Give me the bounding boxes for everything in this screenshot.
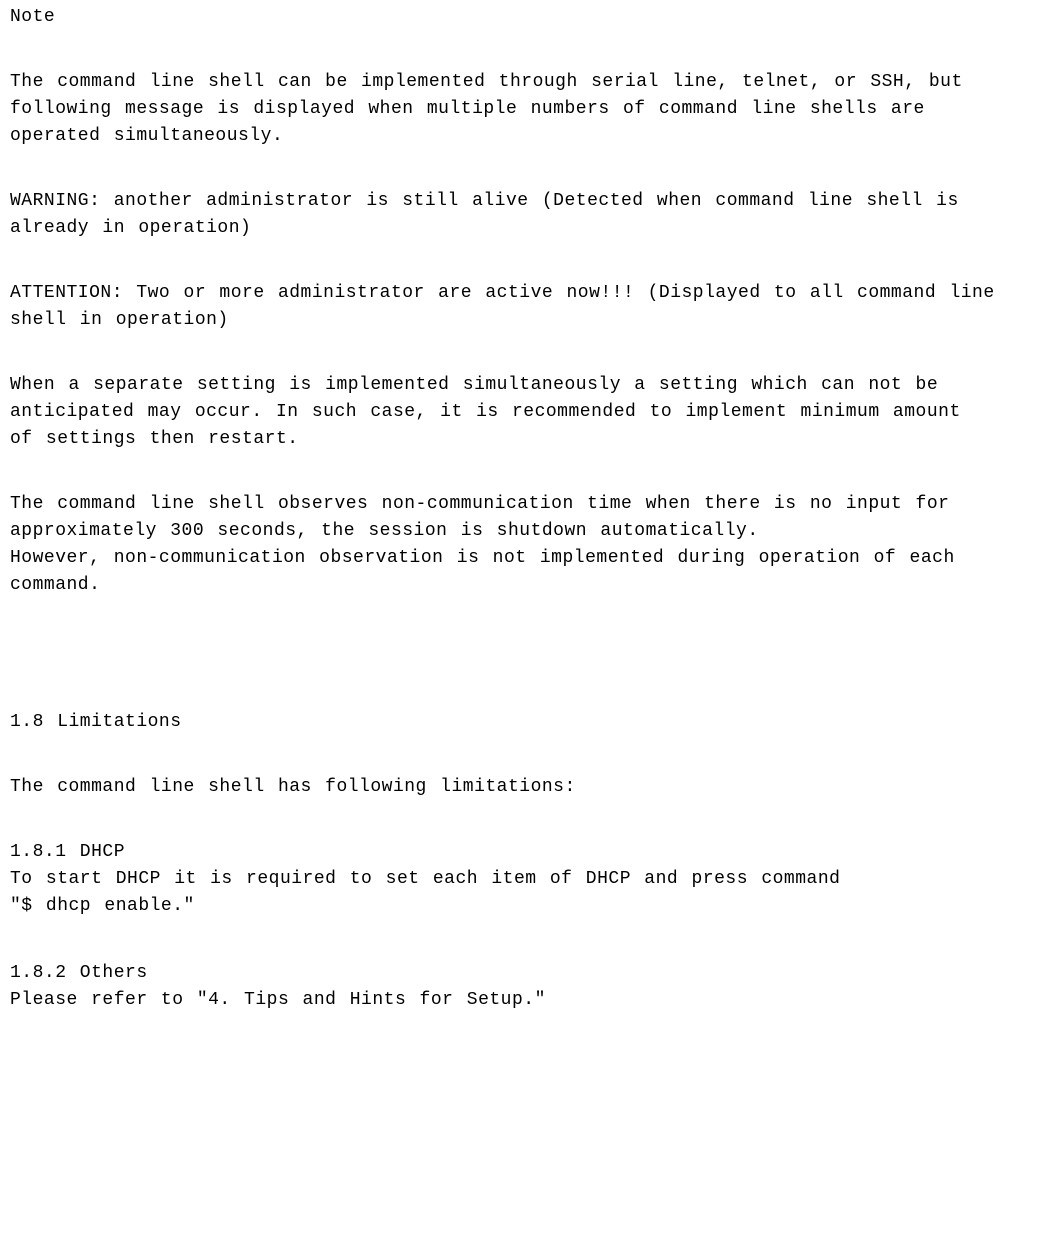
paragraph-warning: WARNING: another administrator is still … [10,188,1039,242]
text-line: WARNING: another administrator is still … [10,188,1039,215]
heading-text: 1.8 Limitations [10,709,1039,736]
text-line: When a separate setting is implemented s… [10,372,1039,399]
text-line: following message is displayed when mult… [10,96,1039,123]
text-line: The command line shell can be implemente… [10,69,1039,96]
text-line: of settings then restart. [10,426,1039,453]
subheading-text: 1.8.1 DHCP [10,839,1039,866]
text-line: anticipated may occur. In such case, it … [10,399,1039,426]
text-line: shell in operation) [10,307,1039,334]
text-line: To start DHCP it is required to set each… [10,866,1039,893]
section-1-8-intro: The command line shell has following lim… [10,774,1039,801]
section-1-8-1: 1.8.1 DHCP To start DHCP it is required … [10,839,1039,920]
text-line: command. [10,572,1039,599]
note-heading: Note [10,4,1039,31]
paragraph-attention: ATTENTION: Two or more administrator are… [10,280,1039,334]
text-line: Please refer to "4. Tips and Hints for S… [10,987,1039,1014]
text-line: "$ dhcp enable." [10,893,1039,920]
text-line: operated simultaneously. [10,123,1039,150]
text-line: The command line shell has following lim… [10,774,1039,801]
text-line: approximately 300 seconds, the session i… [10,518,1039,545]
text-line: ATTENTION: Two or more administrator are… [10,280,1039,307]
subheading-text: 1.8.2 Others [10,960,1039,987]
subsection-spacer [10,920,1039,960]
paragraph-1: The command line shell can be implemente… [10,69,1039,150]
section-1-8-2: 1.8.2 Others Please refer to "4. Tips an… [10,960,1039,1014]
note-label: Note [10,4,1039,31]
section-spacer [10,599,1039,709]
section-1-8-heading: 1.8 Limitations [10,709,1039,736]
text-line: However, non-communication observation i… [10,545,1039,572]
paragraph-settings: When a separate setting is implemented s… [10,372,1039,453]
text-line: already in operation) [10,215,1039,242]
paragraph-timeout: The command line shell observes non-comm… [10,491,1039,599]
text-line: The command line shell observes non-comm… [10,491,1039,518]
